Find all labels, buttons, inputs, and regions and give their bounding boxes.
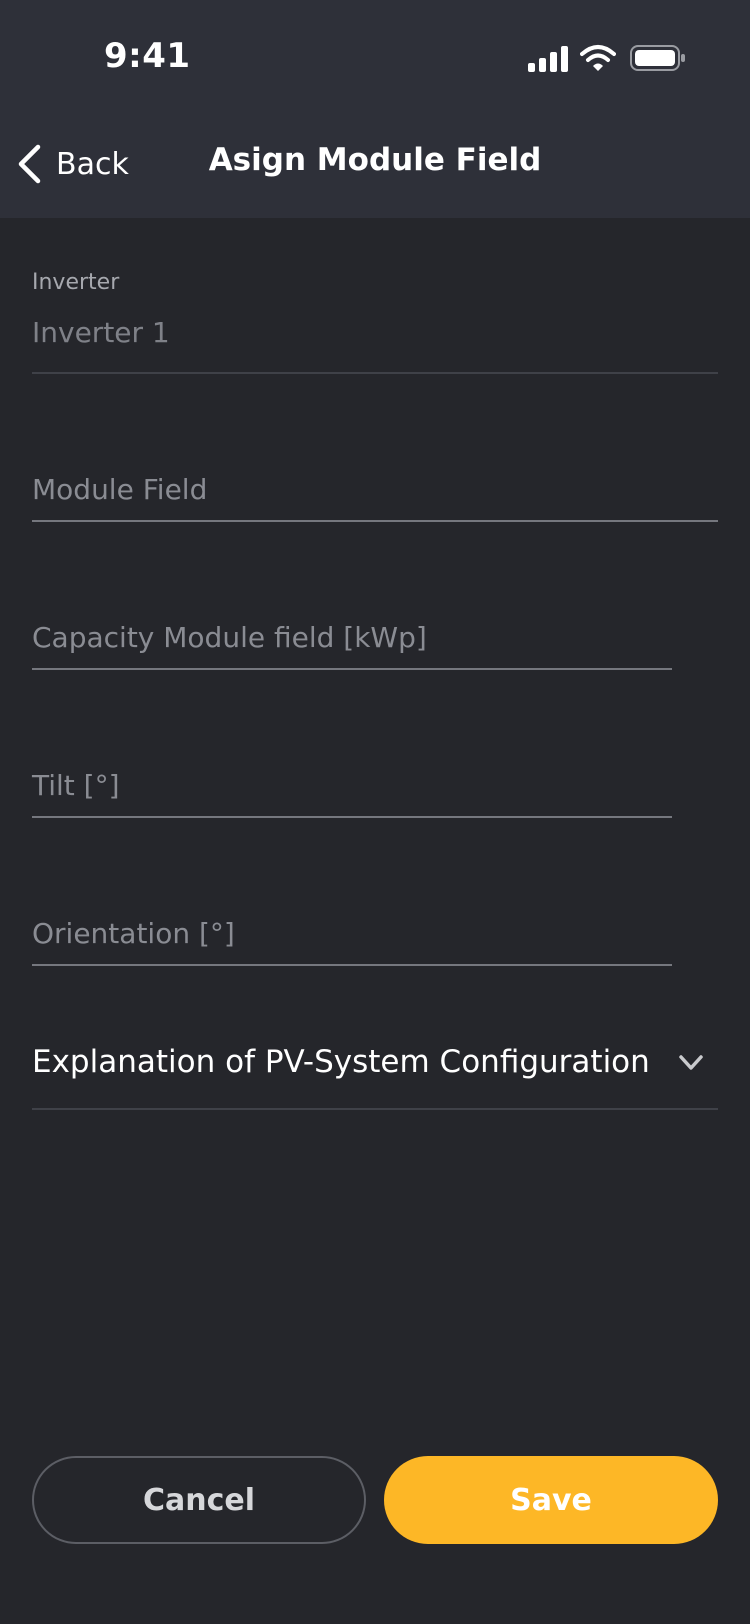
inverter-value: Inverter 1 bbox=[32, 316, 170, 349]
inverter-field: Inverter Inverter 1 bbox=[32, 270, 718, 374]
orientation-placeholder: Orientation [°] bbox=[32, 917, 235, 950]
status-icons bbox=[528, 44, 688, 74]
explanation-label: Explanation of PV-System Configuration bbox=[32, 1044, 650, 1080]
status-time: 9:41 bbox=[104, 36, 191, 76]
orientation-underline bbox=[32, 964, 672, 966]
orientation-input[interactable]: Orientation [°] bbox=[32, 904, 672, 966]
explanation-dropdown[interactable]: Explanation of PV-System Configuration bbox=[32, 1030, 718, 1110]
module-field-placeholder: Module Field bbox=[32, 473, 208, 506]
tilt-input[interactable]: Tilt [°] bbox=[32, 756, 672, 818]
explanation-divider bbox=[32, 1108, 718, 1110]
inverter-divider bbox=[32, 372, 718, 374]
page-title: Asign Module Field bbox=[208, 142, 542, 178]
module-field-underline bbox=[32, 520, 718, 522]
battery-icon bbox=[630, 45, 685, 71]
save-button[interactable]: Save bbox=[384, 1456, 718, 1544]
module-field-input[interactable]: Module Field bbox=[32, 460, 718, 522]
cellular-signal-icon bbox=[528, 46, 568, 72]
tilt-underline bbox=[32, 816, 672, 818]
tilt-placeholder: Tilt [°] bbox=[32, 769, 120, 802]
chevron-down-icon bbox=[679, 1055, 703, 1070]
wifi-icon bbox=[580, 45, 616, 71]
top-bar: 9:41 Back Asign Module Field bbox=[0, 0, 750, 218]
cancel-button[interactable]: Cancel bbox=[32, 1456, 366, 1544]
capacity-placeholder: Capacity Module field [kWp] bbox=[32, 621, 427, 654]
capacity-underline bbox=[32, 668, 672, 670]
inverter-label: Inverter bbox=[32, 270, 120, 295]
capacity-input[interactable]: Capacity Module field [kWp] bbox=[32, 608, 672, 670]
